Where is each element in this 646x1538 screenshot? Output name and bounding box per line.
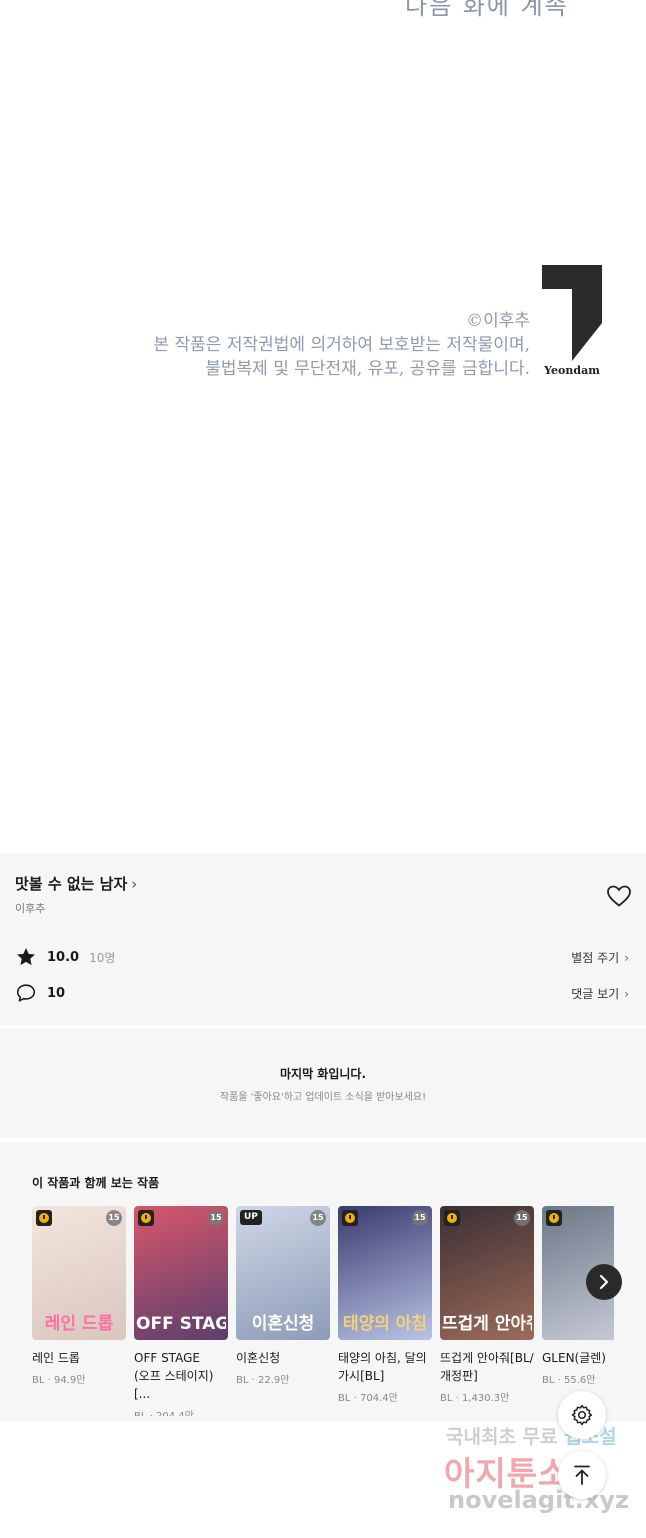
gear-icon — [571, 1404, 593, 1426]
chevron-right-icon — [599, 1274, 609, 1290]
copyright-owner: ©이후추 — [466, 311, 530, 331]
rating-row: 10.0 10명 — [15, 945, 115, 969]
rating-value: 10.0 — [47, 949, 80, 965]
cover-thumbnail: 이혼신청 UP 15 — [236, 1206, 330, 1340]
cover-title-art: 태양의 아침 — [342, 1314, 428, 1334]
recommendation-carousel[interactable]: 레인 드롭15레인 드롭BL · 94.9만OFF STAGE15OFF STA… — [32, 1206, 614, 1416]
scroll-top-button[interactable] — [558, 1451, 606, 1499]
rating-count: 10명 — [89, 950, 116, 965]
series-title: 맛볼 수 없는 남자 — [15, 875, 128, 893]
carousel-next-button[interactable] — [586, 1264, 622, 1300]
copyright-notice-line-1: 본 작품은 저작권법에 의거하여 보호받는 저작물이며, — [153, 335, 530, 355]
card-meta: BL · 55.6만 — [542, 1375, 596, 1386]
card-meta: BL · 22.9만 — [236, 1375, 290, 1386]
card-meta: BL · 204.4만 — [134, 1407, 228, 1416]
recommendation-card[interactable]: 이혼신청 UP 15 이혼신청 BL · 22.9만 — [236, 1206, 330, 1386]
card-title: 레인 드롭 — [32, 1351, 80, 1365]
publisher-logo — [542, 265, 602, 361]
clock-icon — [36, 1210, 52, 1226]
star-icon — [17, 948, 35, 966]
publisher-logo-text: Yeondam — [544, 364, 600, 377]
heart-icon — [607, 885, 631, 907]
comic-image-area: 다음 화에 계속 ©이후추 본 작품은 저작권법에 의거하여 보호받는 저작물이… — [0, 0, 646, 853]
age-rating-badge: 15 — [106, 1210, 122, 1226]
recommendation-card[interactable]: 레인 드롭 15 레인 드롭 BL · 94.9만 — [32, 1206, 126, 1386]
recommendations-heading: 이 작품과 함께 보는 작품 — [32, 1176, 160, 1190]
cover-thumbnail: 태양의 아침 15 — [338, 1206, 432, 1340]
card-title: OFF STAGE (오프 스테이지) [... — [134, 1351, 214, 1401]
cover-title-art: 이혼신청 — [251, 1314, 315, 1334]
card-meta: BL · 94.9만 — [32, 1375, 86, 1386]
cover-thumbnail: 레인 드롭 15 — [32, 1206, 126, 1340]
chevron-right-icon: › — [624, 951, 629, 965]
recommendation-card[interactable]: 태양의 아침 15 태양의 아침, 달의 가시[BL] BL · 704.4만 — [338, 1206, 432, 1404]
like-button[interactable] — [606, 884, 632, 908]
card-title: 뜨겁게 안아줘[BL/개정판] — [440, 1351, 534, 1383]
recommendations-section: 이 작품과 함께 보는 작품 레인 드롭 15 레인 드롭 BL · 94.9만 OFF… — [0, 1142, 646, 1422]
view-comments-label: 댓글 보기 — [571, 987, 620, 1001]
age-rating-badge: 15 — [208, 1210, 224, 1226]
notice-title: 마지막 화입니다. — [279, 1067, 367, 1081]
comment-icon — [16, 984, 36, 1002]
next-episode-caption: 다음 화에 계속 — [405, 0, 569, 20]
clock-icon — [342, 1210, 358, 1226]
series-title-link[interactable]: 맛볼 수 없는 남자 › — [15, 873, 137, 894]
clock-icon — [546, 1210, 562, 1226]
rate-button[interactable]: 별점 주기 › — [571, 949, 629, 966]
cover-title-art: 뜨겁게 안아줘 — [442, 1314, 532, 1334]
card-title: GLEN(글렌) — [542, 1351, 606, 1365]
cover-thumbnail: OFF STAGE 15 — [134, 1206, 228, 1340]
comment-count: 10 — [47, 985, 66, 1001]
card-title: 이혼신청 — [236, 1351, 281, 1365]
watermark-url: novelagit.xyz — [448, 1486, 630, 1514]
comment-row: 10 — [15, 981, 65, 1005]
card-meta: BL · 704.4만 — [338, 1393, 398, 1404]
rate-button-label: 별점 주기 — [571, 951, 620, 965]
notice-subtitle: 작품을 '좋아요'하고 업데이트 소식을 받아보세요! — [219, 1092, 427, 1103]
recommendation-card[interactable]: 뜨겁게 안아줘 15 뜨겁게 안아줘[BL/개정판] BL · 1,430.3만 — [440, 1206, 534, 1404]
age-rating-badge: 15 — [514, 1210, 530, 1226]
clock-icon — [444, 1210, 460, 1226]
copyright-notice-line-2: 불법복제 및 무단전재, 유포, 공유를 금합니다. — [205, 359, 530, 379]
chevron-right-icon: › — [624, 987, 629, 1001]
clock-icon — [138, 1210, 154, 1226]
settings-button[interactable] — [558, 1391, 606, 1439]
series-info-panel: 맛볼 수 없는 남자 › 이후추 10.0 10명 별점 주기 › 10 댓글 보기… — [0, 853, 646, 1025]
last-episode-notice: 마지막 화입니다. 작품을 '좋아요'하고 업데이트 소식을 받아보세요! — [0, 1029, 646, 1139]
card-meta: BL · 1,430.3만 — [440, 1393, 510, 1404]
view-comments-button[interactable]: 댓글 보기 › — [571, 985, 629, 1002]
cover-title-art: 레인 드롭 — [44, 1314, 114, 1334]
chevron-right-icon: › — [131, 875, 138, 893]
arrow-up-icon — [574, 1465, 590, 1485]
card-title: 태양의 아침, 달의 가시[BL] — [338, 1351, 427, 1383]
age-rating-badge: 15 — [310, 1210, 326, 1226]
up-badge: UP — [240, 1210, 262, 1225]
series-author: 이후추 — [15, 902, 46, 915]
age-rating-badge: 15 — [412, 1210, 428, 1226]
cover-thumbnail: 뜨겁게 안아줘 15 — [440, 1206, 534, 1340]
cover-title-art: OFF STAGE — [136, 1314, 226, 1334]
recommendation-card[interactable]: OFF STAGE 15 OFF STAGE (오프 스테이지) [... BL · … — [134, 1206, 228, 1416]
